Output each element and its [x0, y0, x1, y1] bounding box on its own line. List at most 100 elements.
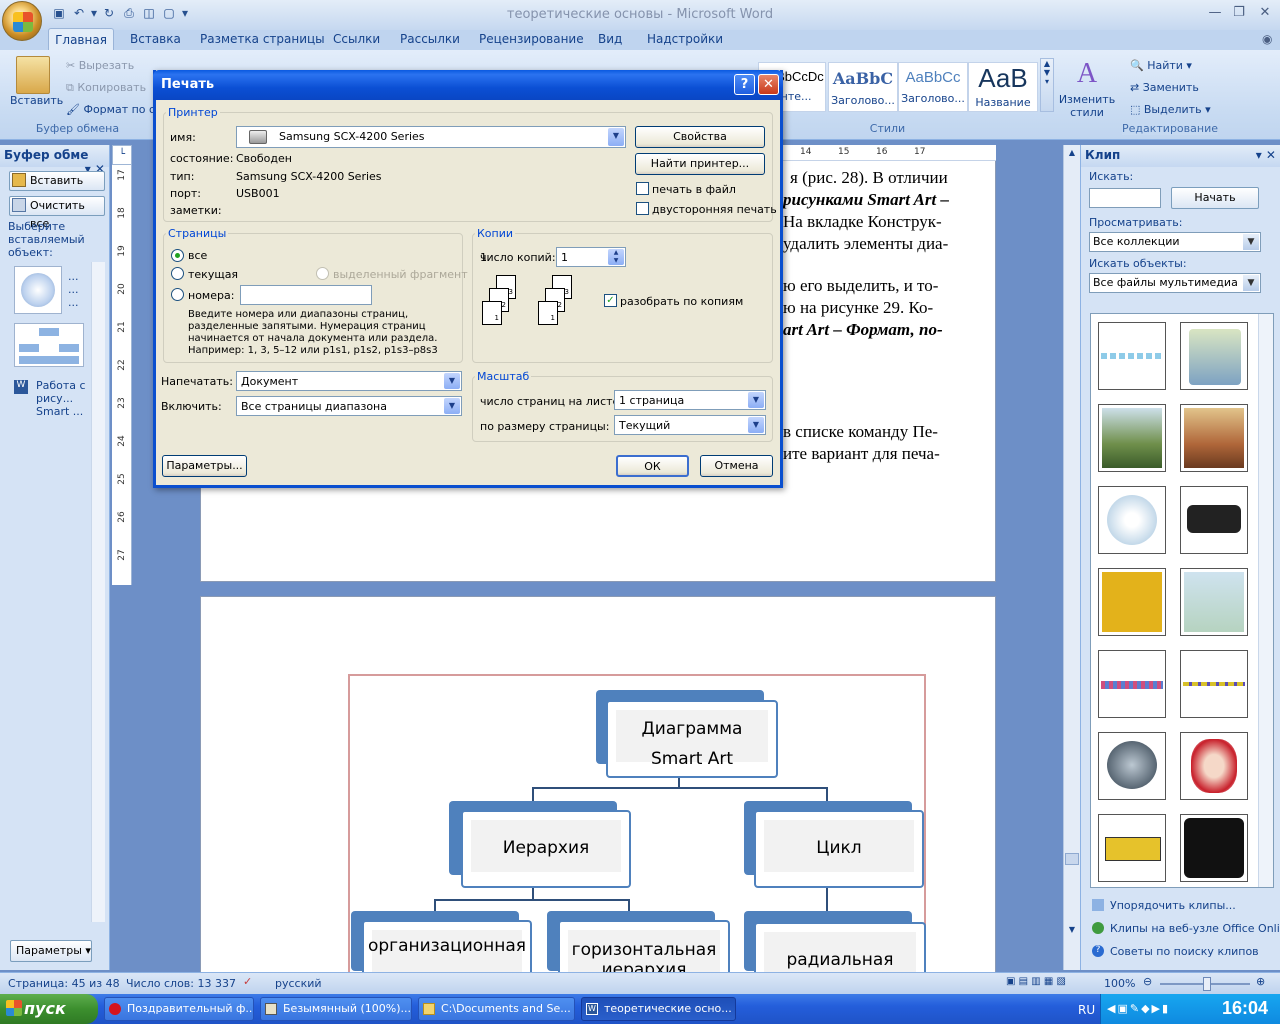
scroll-down-icon[interactable]: ▼	[1064, 925, 1080, 939]
find-printer-button[interactable]: Найти принтер...	[635, 153, 765, 175]
help-icon[interactable]: ◉	[1262, 32, 1272, 46]
document-scrollbar[interactable]: ▲ ▼	[1063, 145, 1080, 970]
spinner-arrows-icon[interactable]: ▲ ▼	[608, 249, 624, 265]
cut-button[interactable]: ✂ Вырезать	[66, 59, 134, 72]
styles-scroll-icon[interactable]: ▲ ▼ ▾	[1040, 58, 1054, 112]
style-heading1[interactable]: AaBbC Заголово...	[828, 62, 898, 112]
task-word[interactable]: теоретические осно...	[581, 997, 736, 1021]
close-icon[interactable]: ✕	[1254, 4, 1276, 22]
clip-search-go-button[interactable]: Начать	[1171, 187, 1259, 209]
tab-references[interactable]: Ссылки	[333, 32, 380, 46]
smartart-node-org[interactable]: организационная	[362, 920, 532, 972]
office-button[interactable]	[2, 1, 42, 41]
spellcheck-icon[interactable]: ✓	[243, 975, 252, 988]
office-online-link[interactable]: Клипы на веб-узле Office Online	[1110, 922, 1280, 935]
chevron-down-icon[interactable]: ▼	[748, 392, 764, 408]
language-indicator[interactable]: русский	[275, 977, 322, 990]
chevron-down-icon[interactable]: ▼	[608, 128, 624, 146]
dialog-close-icon[interactable]: ✕	[758, 74, 779, 95]
collections-select[interactable]: Все коллекции ▼	[1089, 232, 1261, 252]
clip-border-dots[interactable]	[1098, 322, 1166, 390]
smartart-node-horizontal[interactable]: горизонтальная иерархия	[558, 920, 730, 972]
page-numbers-radio[interactable]	[171, 288, 184, 301]
pages-per-sheet-select[interactable]: 1 страница ▼	[614, 390, 766, 410]
options-button[interactable]: Параметры...	[162, 455, 247, 477]
tab-selector-icon[interactable]: └	[112, 145, 132, 165]
clipboard-item-1[interactable]	[14, 266, 62, 314]
media-type-select[interactable]: Все файлы мультимедиа ▼	[1089, 273, 1261, 293]
scroll-thumb[interactable]	[1065, 853, 1079, 865]
collate-checkbox[interactable]: ✓	[604, 294, 617, 307]
word-count[interactable]: Число слов: 13 337	[126, 977, 236, 990]
clip-border-beads[interactable]	[1180, 650, 1248, 718]
style-heading2[interactable]: AaBbCc Заголово...	[898, 62, 968, 112]
all-pages-radio[interactable]	[171, 249, 184, 262]
select-button[interactable]: ⬚ Выделить ▾	[1130, 103, 1211, 116]
replace-button[interactable]: ⇄ Заменить	[1130, 81, 1199, 94]
dialog-help-icon[interactable]: ?	[734, 74, 755, 95]
clip-landscape[interactable]	[1098, 404, 1166, 472]
clip-search-input[interactable]	[1089, 188, 1161, 208]
clip-photographer[interactable]	[1180, 322, 1248, 390]
printer-name-select[interactable]: Samsung SCX-4200 Series ▼	[236, 126, 626, 148]
include-select[interactable]: Все страницы диапазона ▼	[236, 396, 462, 416]
smartart-node-radial[interactable]: радиальная	[754, 922, 926, 972]
clip-results-scrollbar[interactable]	[1258, 314, 1273, 887]
clipboard-item-2[interactable]	[14, 323, 84, 367]
cancel-button[interactable]: Отмена	[700, 455, 773, 477]
smartart-node-hierarchy[interactable]: Иерархия	[461, 810, 631, 888]
page-count[interactable]: Страница: 45 из 48	[8, 977, 120, 990]
chevron-down-icon[interactable]: ▼	[1243, 234, 1259, 250]
find-button[interactable]: 🔍 Найти ▾	[1130, 59, 1192, 72]
smartart-node-cycle[interactable]: Цикл	[754, 810, 924, 888]
clip-cyclist[interactable]	[1098, 486, 1166, 554]
tab-addins[interactable]: Надстройки	[647, 32, 723, 46]
clipart-pane-close-icon[interactable]: ▾ ✕	[1256, 148, 1276, 162]
task-explorer[interactable]: C:\Documents and Se...	[418, 997, 575, 1021]
scroll-up-icon[interactable]: ▲	[1064, 145, 1080, 161]
zoom-thumb[interactable]	[1203, 977, 1211, 991]
clip-tractor[interactable]	[1098, 568, 1166, 636]
format-painter-button[interactable]: 🖌 Формат по об	[66, 103, 163, 116]
properties-button[interactable]: Свойства	[635, 126, 765, 148]
print-to-file-checkbox[interactable]	[636, 182, 649, 195]
clip-helmet[interactable]	[1098, 732, 1166, 800]
task-paint[interactable]: Безымянный (100%)...	[260, 997, 412, 1021]
clipboard-options-button[interactable]: Параметры ▾	[10, 940, 92, 962]
page-numbers-input[interactable]	[240, 285, 372, 305]
keyboard-language[interactable]: RU	[1078, 1003, 1095, 1017]
scale-to-paper-select[interactable]: Текущий ▼	[614, 415, 766, 435]
chevron-down-icon[interactable]: ▼	[444, 398, 460, 414]
copy-button[interactable]: ⧉ Копировать	[66, 81, 146, 95]
tab-mailings[interactable]: Рассылки	[400, 32, 460, 46]
clipboard-item-3-text[interactable]: Работа с рису... Smart ...	[36, 379, 96, 418]
organize-clips-link[interactable]: Упорядочить клипы...	[1110, 899, 1236, 912]
clipboard-scrollbar[interactable]	[91, 262, 105, 922]
zoom-level[interactable]: 100%	[1104, 977, 1135, 990]
chevron-down-icon[interactable]: ▼	[748, 417, 764, 433]
clip-santa[interactable]	[1180, 732, 1248, 800]
duplex-checkbox[interactable]	[636, 202, 649, 215]
tray-icons[interactable]: ◀▣✎◆▶▮	[1107, 1002, 1170, 1015]
paste-icon[interactable]	[16, 56, 50, 94]
view-buttons-icon[interactable]: ▣ ▤ ▥ ▦ ▧	[1006, 976, 1086, 992]
copies-spinner[interactable]: 1 ▲ ▼	[556, 247, 626, 267]
change-styles-button[interactable]: Изменить стили	[1058, 93, 1116, 119]
zoom-out-icon[interactable]: ⊖	[1143, 975, 1152, 988]
tab-view[interactable]: Вид	[598, 32, 622, 46]
ok-button[interactable]: ОК	[616, 455, 689, 477]
clip-autumn-house[interactable]	[1180, 404, 1248, 472]
clip-cow[interactable]	[1180, 486, 1248, 554]
style-title[interactable]: АаВ Название	[968, 62, 1038, 112]
paste-button[interactable]: Вставить	[10, 94, 63, 107]
clock[interactable]: 16:04	[1222, 998, 1268, 1019]
clip-house[interactable]	[1180, 814, 1248, 882]
change-styles-icon[interactable]: A	[1070, 58, 1104, 90]
minimize-icon[interactable]: —	[1204, 4, 1226, 22]
tab-page-layout[interactable]: Разметка страницы	[200, 32, 325, 46]
task-opera[interactable]: Поздравительный ф...	[104, 997, 254, 1021]
chevron-down-icon[interactable]: ▼	[1243, 275, 1259, 291]
smartart-root-node[interactable]: Диаграмма Smart Art	[606, 700, 778, 778]
zoom-in-icon[interactable]: ⊕	[1256, 975, 1265, 988]
restore-icon[interactable]: ❐	[1228, 4, 1250, 22]
